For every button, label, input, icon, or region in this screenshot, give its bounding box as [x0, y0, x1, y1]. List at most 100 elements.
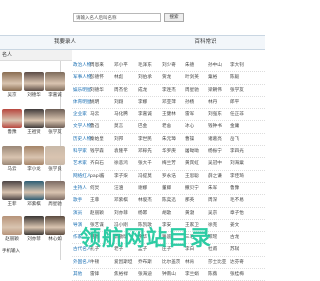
- person-photo[interactable]: [45, 109, 65, 128]
- person-link[interactable]: 撒贝宁: [185, 183, 199, 194]
- person-link[interactable]: 刘邦: [114, 134, 123, 145]
- person-link[interactable]: 孙杨: [185, 97, 194, 108]
- person-photo[interactable]: [24, 216, 44, 235]
- person-link[interactable]: 邓紫棋: [114, 195, 128, 206]
- person-link[interactable]: 彭德怀: [90, 72, 104, 83]
- person-link[interactable]: 董卿: [162, 183, 171, 194]
- person-link[interactable]: 吴京: [208, 208, 217, 219]
- person-link[interactable]: 李世民: [138, 134, 152, 145]
- person-link[interactable]: 周星驰: [185, 85, 199, 96]
- person-link[interactable]: 黄渤: [185, 208, 194, 219]
- person-link[interactable]: 焦裕禄: [114, 269, 128, 280]
- person-link[interactable]: 姜文: [230, 220, 239, 231]
- category-label[interactable]: 其他: [73, 269, 82, 280]
- person-link[interactable]: 屠呦呦: [185, 146, 199, 157]
- person-link[interactable]: 钱学森: [90, 146, 104, 157]
- person-link[interactable]: 周恩来: [90, 60, 104, 71]
- person-link[interactable]: 王菲: [90, 195, 99, 206]
- person-link[interactable]: 陈薇: [208, 269, 217, 280]
- person-link[interactable]: 王思聪: [185, 171, 199, 182]
- person-card[interactable]: 邓紫棋: [23, 181, 45, 209]
- person-link[interactable]: 任正非: [230, 109, 244, 120]
- person-link[interactable]: 周杰伦: [114, 85, 128, 96]
- person-link[interactable]: 章子怡: [230, 208, 244, 219]
- person-link[interactable]: 杨振宁: [208, 146, 222, 157]
- person-link[interactable]: 李嘉诚: [138, 109, 152, 120]
- person-photo[interactable]: [2, 109, 22, 128]
- person-name[interactable]: 吴京: [1, 92, 23, 98]
- person-link[interactable]: 达芬奇: [230, 257, 244, 268]
- person-card[interactable]: 刘亦菲: [23, 216, 45, 244]
- category-label[interactable]: 文学人物: [73, 121, 91, 132]
- person-card[interactable]: 张学友: [44, 109, 66, 137]
- person-link[interactable]: 徐悲鸿: [114, 158, 128, 169]
- person-link[interactable]: 比尔盖茨: [162, 257, 180, 268]
- person-link[interactable]: 黄宾虹: [185, 158, 199, 169]
- person-card[interactable]: 王菲: [1, 181, 23, 209]
- person-name[interactable]: 鲁豫: [1, 129, 23, 135]
- person-link[interactable]: 叶剑英: [185, 72, 199, 83]
- person-link[interactable]: 林丹: [208, 97, 217, 108]
- person-link[interactable]: 马化腾: [114, 109, 128, 120]
- person-photo[interactable]: [24, 146, 44, 165]
- person-link[interactable]: 李连杰: [162, 85, 176, 96]
- person-card[interactable]: 林心如: [44, 216, 66, 244]
- person-card[interactable]: 王祖贤: [23, 109, 45, 137]
- person-link[interactable]: 老舍: [162, 121, 171, 132]
- person-link[interactable]: 朱元璋: [162, 134, 176, 145]
- person-link[interactable]: 莎士比亚: [208, 257, 226, 268]
- person-link[interactable]: 邓亚萍: [162, 97, 176, 108]
- person-link[interactable]: 刘海粟: [230, 158, 244, 169]
- person-link[interactable]: 郎平: [230, 97, 239, 108]
- person-link[interactable]: 齐白石: [90, 158, 104, 169]
- person-card[interactable]: 李嘉诚: [44, 72, 66, 100]
- person-photo[interactable]: [24, 181, 44, 200]
- person-link[interactable]: 李佳琦: [230, 171, 244, 182]
- person-link[interactable]: 古龙: [230, 232, 239, 243]
- person-link[interactable]: 刘伯承: [138, 72, 152, 83]
- category-label[interactable]: 外国名人: [73, 257, 91, 268]
- person-name[interactable]: 张学良: [44, 166, 66, 172]
- person-name[interactable]: 张学友: [44, 129, 66, 135]
- person-photo[interactable]: [45, 72, 65, 91]
- person-name[interactable]: 刘亦菲: [23, 236, 45, 242]
- person-link[interactable]: 吴冠中: [208, 158, 222, 169]
- person-link[interactable]: 朱军: [208, 183, 217, 194]
- person-link[interactable]: 鲁豫: [230, 183, 239, 194]
- person-link[interactable]: 陈毅: [230, 72, 239, 83]
- person-card[interactable]: 刘德华: [23, 72, 45, 100]
- person-link[interactable]: 乔布斯: [138, 257, 152, 268]
- person-link[interactable]: 张学友: [230, 85, 244, 96]
- person-link[interactable]: 钟南山: [162, 269, 176, 280]
- person-link[interactable]: 邓稼先: [138, 146, 152, 157]
- person-link[interactable]: 陈奕迅: [162, 195, 176, 206]
- person-link[interactable]: 冰心: [185, 121, 194, 132]
- person-link[interactable]: 莫言: [114, 121, 123, 132]
- person-link[interactable]: 何炅: [90, 183, 99, 194]
- tab-encyclopedia[interactable]: 百科常识: [146, 36, 265, 49]
- category-label[interactable]: 历史人物: [73, 134, 91, 145]
- person-link[interactable]: 毛不易: [230, 195, 244, 206]
- category-label[interactable]: 企业家: [73, 109, 87, 120]
- category-label[interactable]: 军事人物: [73, 72, 91, 83]
- person-card[interactable]: 吴京: [1, 72, 23, 100]
- person-link[interactable]: 金庸: [230, 121, 239, 132]
- person-link[interactable]: 杨幂: [138, 208, 147, 219]
- person-link[interactable]: 毛泽东: [138, 60, 152, 71]
- person-link[interactable]: 刘强东: [208, 109, 222, 120]
- person-link[interactable]: 李四光: [230, 146, 244, 157]
- person-link[interactable]: 林彪: [114, 72, 123, 83]
- tab-add-entry[interactable]: 我要录人: [0, 36, 130, 49]
- person-photo[interactable]: [45, 181, 65, 200]
- search-button[interactable]: 搜索: [164, 13, 184, 22]
- person-link[interactable]: 冯提莫: [138, 171, 152, 182]
- person-photo[interactable]: [2, 146, 22, 165]
- category-label[interactable]: 艺术家: [73, 158, 87, 169]
- person-link[interactable]: 李兰娟: [185, 269, 199, 280]
- person-link[interactable]: 岳飞: [230, 134, 239, 145]
- category-label[interactable]: 网络红人: [73, 171, 91, 182]
- person-card[interactable]: 鲁豫: [1, 109, 23, 137]
- category-label[interactable]: 主持人: [73, 183, 87, 194]
- category-label[interactable]: 科学家: [73, 146, 87, 157]
- person-photo[interactable]: [2, 216, 22, 235]
